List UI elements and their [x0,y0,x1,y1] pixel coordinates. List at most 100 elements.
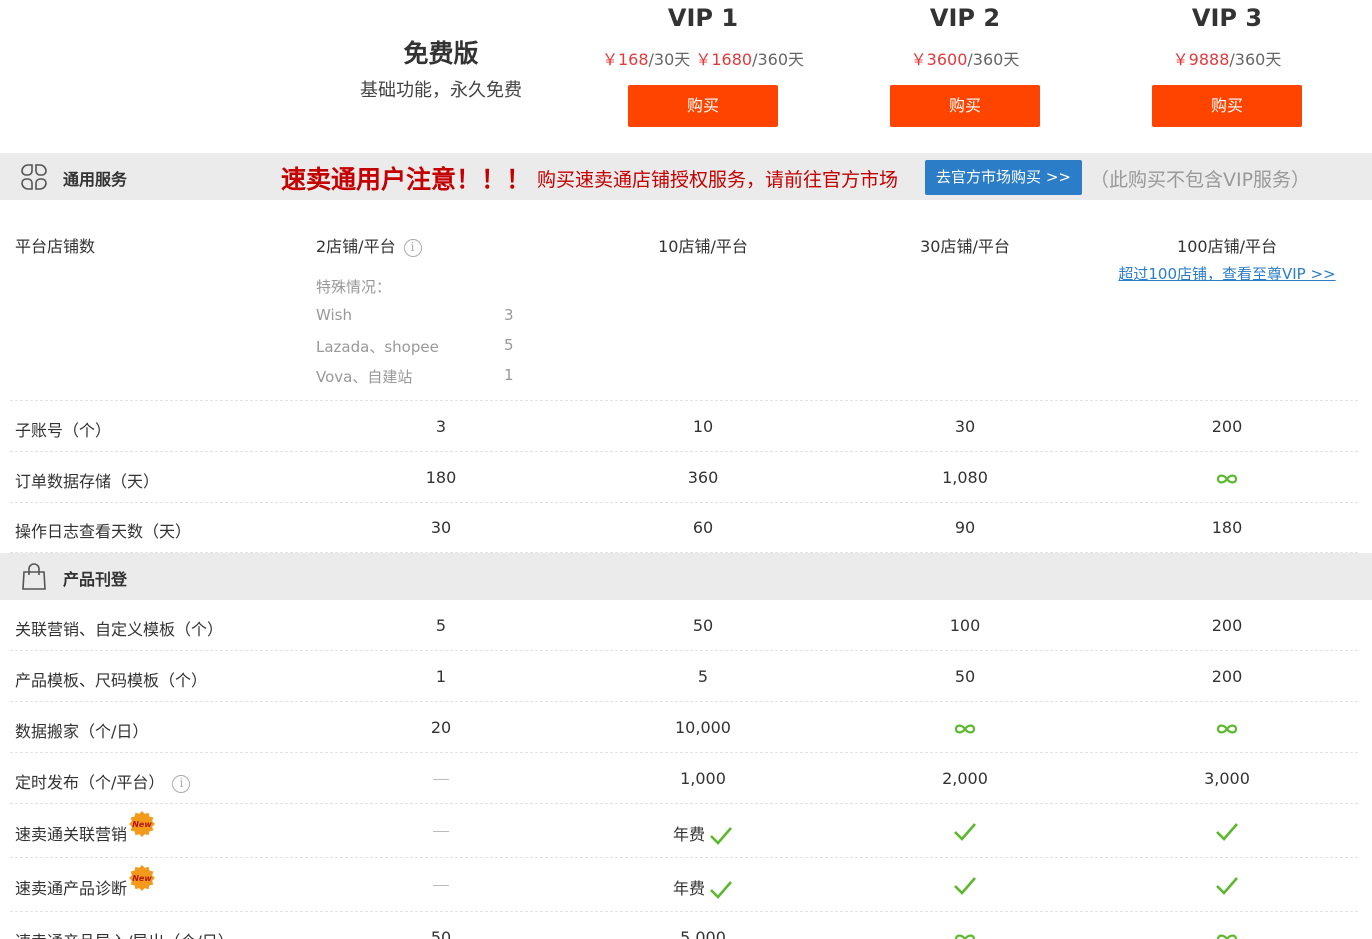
cell-free: 2店铺/平台 i [316,233,422,257]
cell-vip3: 200 [1102,616,1352,635]
row-label-text: 速卖通关联营销 [15,825,128,844]
price-amount: ￥1680 [695,50,753,69]
cell-value: 20 [430,718,452,737]
row-label-text: 速卖通产品诊断 [15,879,128,898]
plan-vip1-header: VIP 1 ￥168/30天 ￥1680/360天 购买 [578,4,828,127]
cell-value: 5 [697,667,709,686]
cell-free: 180 [316,468,566,487]
plan-vip2-header: VIP 2 ￥3600/360天 购买 [840,4,1090,127]
cell-vip3 [1102,821,1352,842]
cell-vip2: 2,000 [840,769,1090,788]
check-icon [1216,876,1238,895]
row-label-text: 关联营销、自定义模板（个） [15,620,224,639]
cell-free [316,821,566,840]
row-label: 速卖通关联营销 New [15,810,156,849]
new-badge-text: New [132,820,152,829]
special-count: 5 [504,336,514,354]
supreme-vip-link[interactable]: 超过100店铺，查看至尊VIP >> [1102,263,1352,284]
infinity-icon [1216,934,1238,939]
price-amount: ￥9888 [1172,50,1230,69]
cell-value: 10,000 [675,718,731,737]
table-row: 定时发布（个/平台） i 1,000 2,000 3,000 [10,753,1358,804]
infinity-icon [1216,724,1238,733]
cell-value: 30 [954,417,976,436]
cell-free: 5 [316,616,566,635]
info-icon[interactable]: i [403,238,422,257]
section-general-bar: 通用服务 速卖通用户注意！！！ 购买速卖通店铺授权服务，请前往官方市场 去官方市… [0,153,1372,200]
dash-icon [433,831,449,832]
cell-value: 年费 [672,879,705,898]
price-period: /360天 [1229,50,1282,69]
cell-vip1: 10店铺/平台 [658,237,748,256]
vip1-buy-button[interactable]: 购买 [628,85,778,127]
plan-free-header: 免费版 基础功能，永久免费 [300,34,582,102]
vip3-buy-button[interactable]: 购买 [1152,85,1302,127]
check-icon [710,880,732,899]
cell-value: 50 [430,928,452,939]
table-row: 速卖通产品导入/导出（个/日） 50 5,000 [10,912,1358,939]
notice-text: 购买速卖通店铺授权服务，请前往官方市场 [537,169,899,191]
row-label-text: 速卖通产品导入/导出（个/日） [15,932,234,939]
cell-vip3 [1102,468,1352,487]
row-label: 关联营销、自定义模板（个） [15,616,223,640]
cell-value: 360 [687,468,719,487]
table-row: 产品模板、尺码模板（个） 1 5 50 200 [10,651,1358,702]
cell-value: 100 [949,616,981,635]
cell-vip1: 年费 [578,821,828,846]
cell-value: 90 [954,518,976,537]
infinity-icon [1216,474,1238,483]
plan-free-title: 免费版 [403,39,479,68]
special-item: Wish 3 [316,306,536,324]
table-row: 操作日志查看天数（天） 30 60 90 180 [10,503,1358,553]
price-period: /360天 [967,50,1020,69]
price-period: /30天 [648,50,691,69]
row-label: 平台店铺数 [15,237,96,256]
cell-value: 50 [954,667,976,686]
cell-value: 2,000 [942,769,988,788]
row-label-text: 操作日志查看天数（天） [15,522,192,541]
cell-vip2: 1,080 [840,468,1090,487]
cell-value: 200 [1211,667,1243,686]
cell-vip1: 60 [578,518,828,537]
cell-vip3 [1102,875,1352,896]
cell-free [316,875,566,894]
cell-vip2 [840,718,1090,737]
row-label: 订单数据存储（天） [15,468,159,492]
infinity-icon [954,724,976,733]
new-badge-icon: New [129,810,156,837]
cell-value: 10 [692,417,714,436]
check-icon [710,826,732,845]
cell-vip3: 3,000 [1102,769,1352,788]
plan-free-subtitle: 基础功能，永久免费 [360,80,522,101]
row-label: 数据搬家（个/日） [15,718,148,742]
special-title: 特殊情况： [316,278,392,296]
notice-title: 速卖通用户注意！！！ [281,165,532,194]
row-label-text: 数据搬家（个/日） [15,722,149,741]
cell-value: 60 [692,518,714,537]
price-amount: ￥168 [601,50,649,69]
info-icon[interactable]: i [172,774,191,793]
cell-vip3: 200 [1102,667,1352,686]
check-icon [954,876,976,895]
official-market-button[interactable]: 去官方市场购买 >> [925,160,1082,195]
cell-vip2: 30店铺/平台 [920,237,1010,256]
cell-vip2 [840,875,1090,896]
row-label: 速卖通产品诊断 New [15,864,156,903]
row-label-text: 定时发布（个/平台） [15,773,165,792]
table-row: 关联营销、自定义模板（个） 5 50 100 200 [10,600,1358,651]
special-item: Vova、自建站 1 [316,366,536,387]
cell-free: 50 [316,928,566,939]
row-label-text: 产品模板、尺码模板（个） [15,671,208,690]
row-label: 子账号（个） [15,417,111,441]
table-row-stores: 平台店铺数 2店铺/平台 i 10店铺/平台 30店铺/平台 100店铺/平台 超… [10,200,1358,401]
grid-clover-icon [21,164,47,190]
cell-value: 3,000 [1204,769,1250,788]
section-listing-bar: 产品刊登 [0,553,1372,600]
section-listing-label: 产品刊登 [63,570,128,589]
new-badge-text: New [132,874,152,883]
cell-value: 180 [425,468,457,487]
cell-value: 50 [692,616,714,635]
vip2-buy-button[interactable]: 购买 [890,85,1040,127]
cell-value: 200 [1211,417,1243,436]
cell-value: 1,080 [942,468,988,487]
